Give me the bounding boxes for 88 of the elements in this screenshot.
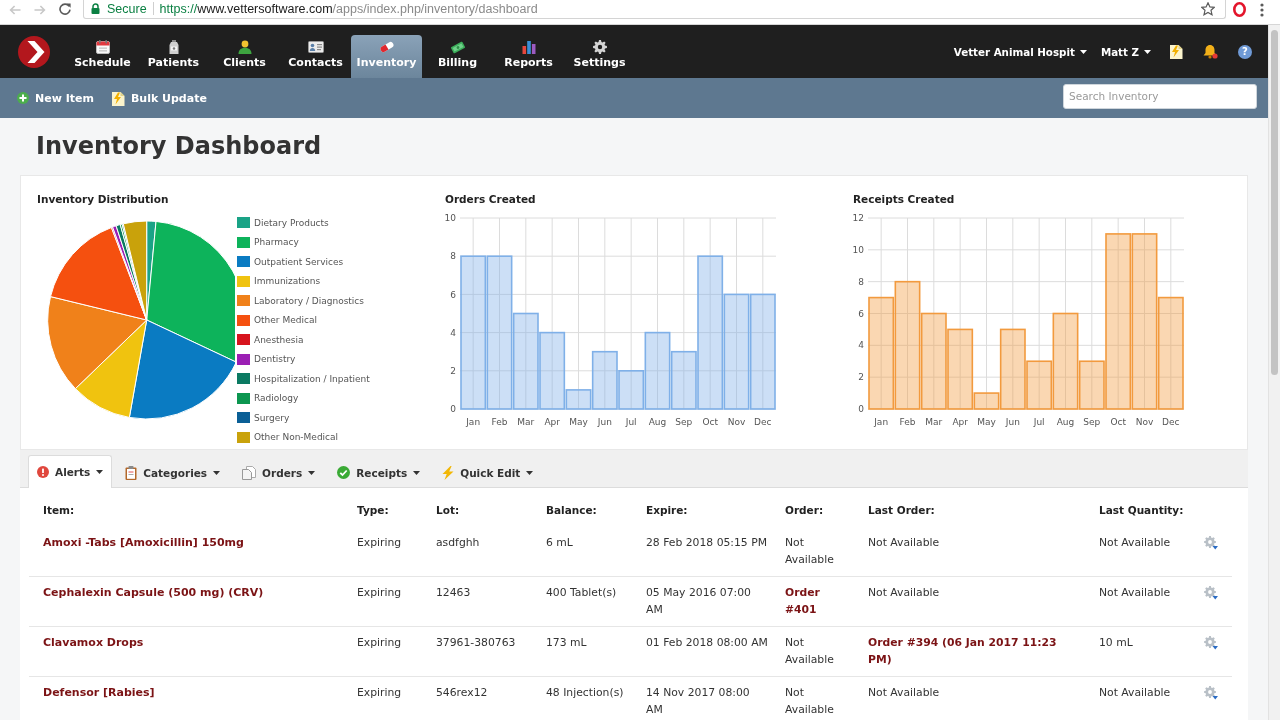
axis-label: Jan bbox=[466, 417, 481, 428]
axis-label: Apr bbox=[544, 417, 560, 428]
axis-label: Jun bbox=[1005, 417, 1020, 428]
table-cell-text: Expiring bbox=[357, 535, 402, 551]
legend-label: Radiology bbox=[254, 393, 299, 404]
axis-label: Oct bbox=[1110, 417, 1126, 428]
legend-label: Hospitalization / Inpatient bbox=[254, 373, 370, 384]
axis-label: Jul bbox=[625, 417, 637, 428]
axis-label: 10 bbox=[853, 245, 864, 255]
axis-label: Jun bbox=[597, 417, 612, 428]
table-cell-text: 173 mL bbox=[546, 635, 587, 651]
axis-label: Sep bbox=[675, 417, 693, 428]
table-cell-text: 28 Feb 2018 05:15 PM bbox=[646, 535, 767, 551]
chart-title: Orders Created bbox=[445, 192, 537, 206]
chart-title: Receipts Created bbox=[853, 192, 956, 206]
table-cell-text: 48 Injection(s) bbox=[546, 685, 624, 701]
table-cell-text: Not Available bbox=[868, 585, 940, 601]
column-header: Balance: bbox=[546, 504, 597, 516]
axis-label: Oct bbox=[702, 417, 718, 428]
table-cell-text: 10 mL bbox=[1099, 635, 1133, 651]
table-cell-text: Not Available bbox=[868, 535, 940, 551]
axis-label: 6 bbox=[450, 289, 456, 300]
axis-label: Nov bbox=[727, 417, 746, 428]
axis-label: 0 bbox=[858, 404, 864, 415]
table-cell-text: 400 Tablet(s) bbox=[546, 585, 617, 601]
table-cell-text: Not Available bbox=[785, 635, 835, 668]
table-cell-text: 37961-380763 bbox=[436, 635, 516, 651]
axis-label: 12 bbox=[853, 213, 864, 224]
axis-label: May bbox=[977, 417, 996, 428]
axis-label: Dec bbox=[754, 417, 772, 428]
axis-label: 2 bbox=[858, 372, 864, 383]
axis-label: Aug bbox=[1056, 417, 1075, 428]
column-header: Last Quantity: bbox=[1099, 504, 1184, 516]
legend-label: Surgery bbox=[254, 412, 290, 423]
table-cell-text: 01 Feb 2018 08:00 AM bbox=[646, 635, 768, 651]
table-cell-text: Not Available bbox=[785, 535, 835, 568]
axis-label: Jan bbox=[874, 417, 889, 428]
table-cell-text: Not Available bbox=[1099, 585, 1171, 601]
axis-label: Mar bbox=[925, 417, 943, 428]
table-cell-text: 6 mL bbox=[546, 535, 573, 551]
legend-label: Anesthesia bbox=[254, 334, 304, 345]
axis-label: Dec bbox=[1162, 417, 1180, 428]
column-header: Lot: bbox=[436, 504, 460, 516]
axis-label: 10 bbox=[445, 213, 456, 224]
axis-label: Sep bbox=[1083, 417, 1101, 428]
axis-label: Nov bbox=[1135, 417, 1154, 428]
table-cell-text: Not Available bbox=[1099, 685, 1171, 701]
axis-label: Jul bbox=[1033, 417, 1045, 428]
legend-label: Dietary Products bbox=[254, 217, 329, 228]
table-cell-text: Not Available bbox=[1099, 535, 1171, 551]
axis-label: 2 bbox=[450, 365, 456, 376]
table-cell-text: asdfghh bbox=[436, 535, 480, 551]
axis-label: May bbox=[569, 417, 588, 428]
security-label: Secure bbox=[107, 1, 147, 16]
axis-label: 8 bbox=[450, 251, 456, 262]
legend-label: Dentistry bbox=[254, 354, 296, 365]
axis-label: Feb bbox=[899, 417, 916, 428]
legend-label: Immunizations bbox=[254, 276, 321, 287]
table-cell-text: Not Available bbox=[785, 685, 835, 718]
table-cell-text: 05 May 2016 07:00 AM bbox=[646, 585, 752, 618]
legend-label: Pharmacy bbox=[254, 237, 299, 248]
legend-label: Laboratory / Diagnostics bbox=[254, 295, 364, 306]
table-cell-text: 12463 bbox=[436, 585, 471, 601]
table-cell-text: Expiring bbox=[357, 685, 402, 701]
axis-label: 4 bbox=[858, 340, 864, 351]
table-cell-text: Expiring bbox=[357, 635, 402, 651]
chart-title: Inventory Distribution bbox=[37, 192, 170, 206]
table-cell-text: Expiring bbox=[357, 585, 402, 601]
column-header: Order: bbox=[785, 504, 824, 516]
axis-label: 0 bbox=[450, 404, 456, 415]
table-cell-text: 546rex12 bbox=[436, 685, 488, 701]
axis-label: Feb bbox=[491, 417, 508, 428]
column-header: Expire: bbox=[646, 504, 688, 516]
table-cell-text: Not Available bbox=[868, 685, 940, 701]
axis-label: Aug bbox=[648, 417, 667, 428]
legend-label: Outpatient Services bbox=[254, 256, 344, 267]
axis-label: 8 bbox=[858, 276, 864, 287]
table-cell-text: 14 Nov 2017 08:00 AM bbox=[646, 685, 751, 718]
axis-label: Apr bbox=[952, 417, 968, 428]
axis-label: Mar bbox=[517, 417, 535, 428]
axis-label: 4 bbox=[450, 327, 456, 338]
legend-label: Other Medical bbox=[254, 315, 317, 326]
axis-label: 6 bbox=[858, 308, 864, 319]
page-title: Inventory Dashboard bbox=[35, 131, 323, 162]
column-header: Item: bbox=[43, 504, 75, 516]
column-header: Last Order: bbox=[868, 504, 935, 516]
legend-label: Other Non-Medical bbox=[254, 432, 339, 443]
column-header: Type: bbox=[357, 504, 389, 516]
